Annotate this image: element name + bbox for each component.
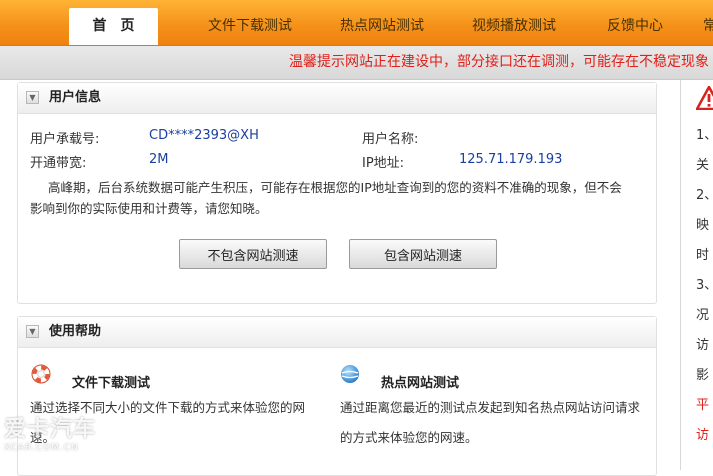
bandwidth-value: 2M (149, 152, 169, 167)
user-info-title: 用户信息 (49, 90, 102, 105)
sidebar-text-line[interactable]: 访 (696, 424, 709, 443)
test-without-sites-button[interactable]: 不包含网站测速 (179, 239, 327, 269)
tab-feedback-center[interactable]: 反馈中心 (590, 8, 680, 45)
tab-home[interactable]: 首页 (69, 8, 158, 45)
sidebar-text-line: 时 (696, 248, 710, 263)
sidebar-text-line: 映 (696, 218, 710, 233)
notice-bar: 温馨提示网站正在建设中，部分接口还在调测，可能存在不稳定现象 (0, 46, 713, 80)
test-with-sites-button[interactable]: 包含网站测速 (349, 239, 497, 269)
lifebuoy-icon (31, 364, 51, 384)
sidebar-text-line: 3、 (696, 278, 713, 293)
sidebar-text-line: 影 (696, 368, 710, 383)
tab-faq-partial[interactable]: 常 (700, 8, 713, 45)
account-label: 用户承载号: (30, 132, 100, 147)
account-value: CD****2393@XH (149, 128, 259, 143)
help-item-title: 文件下载测试 (72, 376, 151, 391)
tab-video-play-test[interactable]: 视频播放测试 (454, 8, 574, 45)
sidebar-text-line: 2、 (696, 188, 713, 203)
user-name-label: 用户名称: (362, 132, 419, 147)
ip-label: IP地址: (362, 156, 405, 171)
sidebar-text-line[interactable]: 平 (696, 394, 709, 413)
help-header[interactable]: ▼ 使用帮助 (18, 317, 656, 348)
sidebar-text-line: 关 (696, 158, 710, 173)
help-item-desc: 通过选择不同大小的文件下载的方式来体验您的网速。 (30, 400, 306, 445)
globe-icon (341, 365, 359, 383)
user-info-header[interactable]: ▼ 用户信息 (18, 83, 656, 114)
top-nav: 首页 文件下载测试 热点网站测试 视频播放测试 反馈中心 常 (0, 0, 713, 46)
notice-text: 温馨提示网站正在建设中，部分接口还在调测，可能存在不稳定现象 (289, 54, 709, 70)
tab-file-download-test[interactable]: 文件下载测试 (190, 8, 310, 45)
warning-icon (696, 86, 713, 110)
user-info-panel: ▼ 用户信息 用户承载号: CD****2393@XH 用户名称: 开通带宽: … (17, 82, 657, 304)
peak-hour-note: 高峰期，后台系统数据可能产生积压，可能存在根据您的IP地址查询到的您的资料不准确… (30, 180, 622, 216)
collapse-icon[interactable]: ▼ (26, 325, 39, 338)
bandwidth-label: 开通带宽: (30, 156, 87, 171)
ip-value: 125.71.179.193 (459, 152, 563, 167)
help-title: 使用帮助 (49, 324, 102, 339)
sidebar-text-line: 1、 (696, 128, 713, 143)
help-item-title: 热点网站测试 (381, 376, 460, 391)
sidebar-text-line: 访 (696, 338, 710, 353)
tab-hot-site-test[interactable]: 热点网站测试 (322, 8, 442, 45)
help-item-desc: 通过距离您最近的测试点发起到知名热点网站访问请求的方式来体验您的网速。 (340, 400, 641, 445)
collapse-icon[interactable]: ▼ (26, 91, 39, 104)
warning-sidebar: 1、 关 2、 映 时 3、 况 访 影 平 访 (680, 80, 713, 470)
sidebar-text-line: 况 (696, 308, 710, 323)
help-panel: ▼ 使用帮助 文件下载测试 通过选择不同大小的文件下载的方式来体验您的网速。 热… (17, 316, 657, 476)
